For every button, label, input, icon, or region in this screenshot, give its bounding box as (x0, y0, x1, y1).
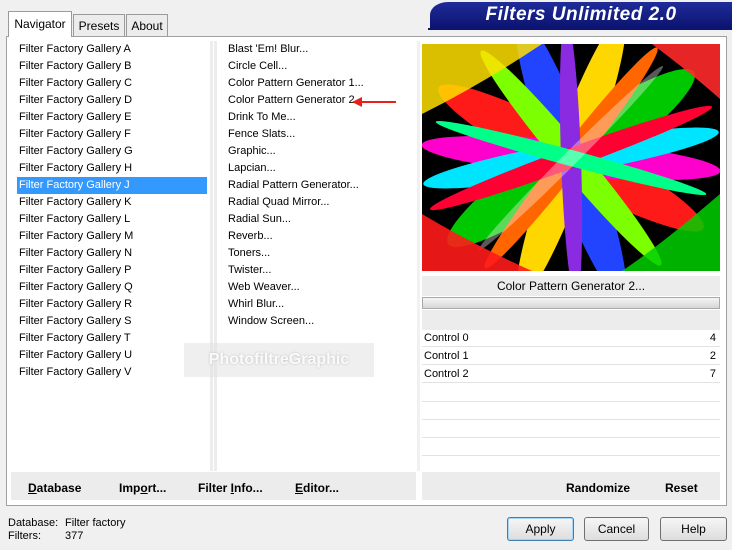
control-row-empty (422, 437, 720, 438)
control-row-empty (422, 419, 720, 420)
status-database: Database: Filter factory (8, 516, 126, 530)
filter-list-item[interactable]: Radial Pattern Generator... (226, 177, 414, 194)
filter-list-item[interactable]: Lapcian... (226, 160, 414, 177)
category-list-item[interactable]: Filter Factory Gallery V (17, 364, 207, 381)
filter-list-item[interactable]: Window Screen... (226, 313, 414, 330)
category-list-item[interactable]: Filter Factory Gallery F (17, 126, 207, 143)
filter-list-item[interactable]: Twister... (226, 262, 414, 279)
watermark: PhotofiltreGraphic (184, 343, 374, 377)
control-row[interactable]: Control 2 7 (422, 366, 720, 383)
editor-button[interactable]: Editor... (295, 481, 339, 495)
pointer-arrow-icon (352, 97, 396, 107)
filter-list-item[interactable]: Whirl Blur... (226, 296, 414, 313)
category-list-item[interactable]: Filter Factory Gallery D (17, 92, 207, 109)
cancel-button[interactable]: Cancel (584, 517, 649, 541)
category-list-item[interactable]: Filter Factory Gallery S (17, 313, 207, 330)
category-list-item[interactable]: Filter Factory Gallery B (17, 58, 207, 75)
progress-bar (422, 297, 720, 309)
filter-list-item[interactable]: Fence Slats... (226, 126, 414, 143)
app-title-banner: Filters Unlimited 2.0 (430, 2, 732, 28)
tab-navigator[interactable]: Navigator (8, 11, 72, 37)
category-list-item[interactable]: Filter Factory Gallery A (17, 41, 207, 58)
reset-button[interactable]: Reset (665, 481, 698, 495)
control-row[interactable]: Control 0 4 (422, 330, 720, 347)
banner-underline (428, 28, 732, 30)
filter-list-item[interactable]: Toners... (226, 245, 414, 262)
tab-about[interactable]: About (126, 14, 168, 36)
status-filters-value: 377 (65, 530, 84, 542)
filter-info-button[interactable]: Filter Info... (198, 481, 263, 495)
status-filters-label: Filters: (8, 530, 41, 542)
control-label: Control 0 (424, 332, 469, 344)
status-filters: Filters: 377 (8, 529, 83, 543)
control-value[interactable]: 4 (710, 330, 716, 347)
category-list-item[interactable]: Filter Factory Gallery L (17, 211, 207, 228)
filter-list-item[interactable]: Radial Quad Mirror... (226, 194, 414, 211)
category-list-item[interactable]: Filter Factory Gallery Q (17, 279, 207, 296)
category-list[interactable]: Filter Factory Gallery A Filter Factory G… (17, 41, 207, 381)
import-button[interactable]: Import... (119, 481, 166, 495)
category-list-item[interactable]: Filter Factory Gallery G (17, 143, 207, 160)
filter-list-item[interactable]: Blast 'Em! Blur... (226, 41, 414, 58)
selected-filter-name: Color Pattern Generator 2... (422, 276, 720, 296)
filter-list-item[interactable]: Graphic... (226, 143, 414, 160)
control-row[interactable]: Control 1 2 (422, 348, 720, 365)
category-list-item[interactable]: Filter Factory Gallery J (17, 177, 207, 194)
control-row-empty (422, 455, 720, 456)
filter-list-item[interactable]: Web Weaver... (226, 279, 414, 296)
category-list-item[interactable]: Filter Factory Gallery M (17, 228, 207, 245)
control-row-empty (422, 401, 720, 402)
list-divider (214, 41, 217, 471)
list-divider (417, 41, 420, 471)
apply-button[interactable]: Apply (507, 517, 574, 541)
randomize-button[interactable]: Randomize (566, 481, 630, 495)
category-list-item[interactable]: Filter Factory Gallery T (17, 330, 207, 347)
control-value[interactable]: 2 (710, 348, 716, 365)
preview-pattern (422, 44, 720, 271)
filter-list-item[interactable]: Drink To Me... (226, 109, 414, 126)
filter-list-item[interactable]: Reverb... (226, 228, 414, 245)
category-list-item[interactable]: Filter Factory Gallery H (17, 160, 207, 177)
category-list-item[interactable]: Filter Factory Gallery R (17, 296, 207, 313)
control-label: Control 2 (424, 368, 469, 380)
status-database-value: Filter factory (65, 517, 126, 529)
filter-list[interactable]: Blast 'Em! Blur... Circle Cell... Color Pa… (226, 41, 414, 330)
filter-list-item[interactable]: Circle Cell... (226, 58, 414, 75)
control-value[interactable]: 7 (710, 366, 716, 383)
filter-list-item[interactable]: Radial Sun... (226, 211, 414, 228)
category-list-item[interactable]: Filter Factory Gallery N (17, 245, 207, 262)
control-label: Control 1 (424, 350, 469, 362)
list-divider (210, 41, 213, 471)
category-list-item[interactable]: Filter Factory Gallery C (17, 75, 207, 92)
tab-presets[interactable]: Presets (73, 14, 125, 36)
controls-header-gap (422, 310, 720, 330)
category-list-item[interactable]: Filter Factory Gallery P (17, 262, 207, 279)
filter-preview-image (422, 44, 720, 271)
category-list-item[interactable]: Filter Factory Gallery U (17, 347, 207, 364)
status-database-label: Database: (8, 517, 59, 529)
category-list-item[interactable]: Filter Factory Gallery E (17, 109, 207, 126)
filter-list-item[interactable]: Color Pattern Generator 1... (226, 75, 414, 92)
category-list-item[interactable]: Filter Factory Gallery K (17, 194, 207, 211)
database-button[interactable]: Database (28, 481, 81, 495)
help-button[interactable]: Help (660, 517, 727, 541)
